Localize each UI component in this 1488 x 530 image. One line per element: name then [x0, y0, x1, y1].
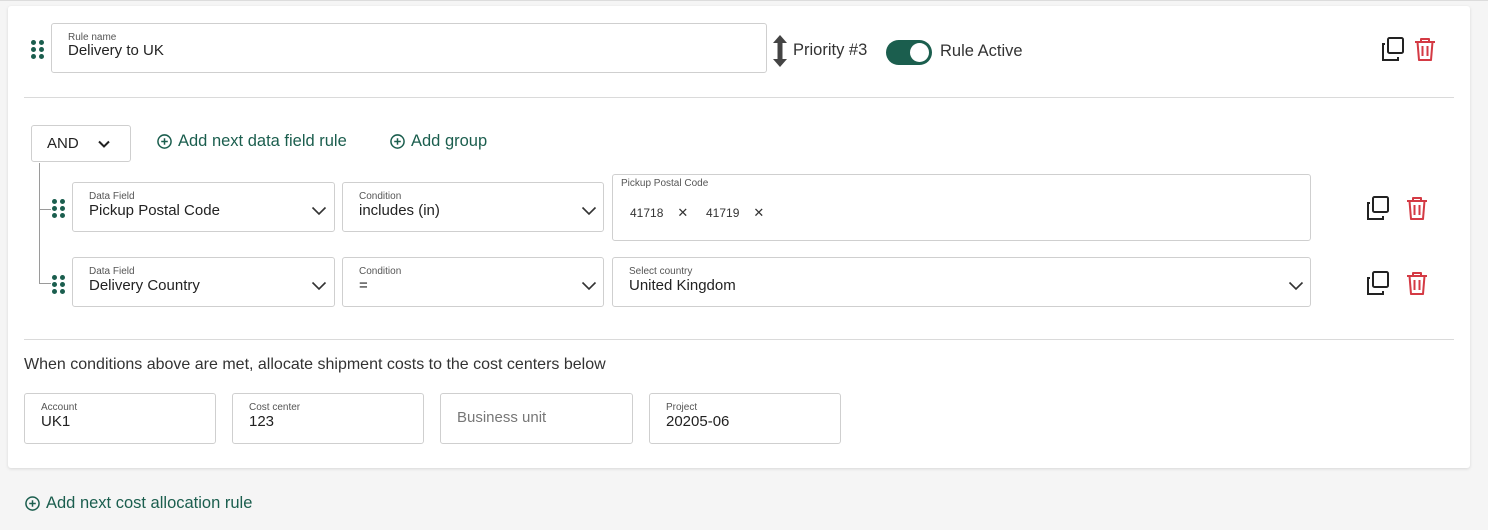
data-field-select[interactable]: Data Field Pickup Postal Code: [72, 182, 335, 232]
chip: 41719 ✕: [706, 202, 764, 224]
account-label: Account: [41, 402, 78, 413]
close-icon[interactable]: ✕: [677, 205, 688, 221]
country-label: Select country: [629, 266, 693, 277]
trash-icon[interactable]: [1412, 36, 1438, 62]
add-cost-allocation-rule-label: Add next cost allocation rule: [46, 494, 253, 512]
condition-value: =: [359, 277, 368, 294]
data-field-label: Data Field: [89, 191, 135, 202]
add-group-link[interactable]: Add group: [390, 132, 487, 151]
chip: 41718 ✕: [630, 202, 688, 224]
drag-handle-icon[interactable]: [52, 275, 66, 295]
drag-handle-icon[interactable]: [52, 199, 66, 219]
rule-active-toggle[interactable]: [886, 40, 932, 65]
drag-handle-icon[interactable]: [31, 40, 45, 60]
cost-center-value[interactable]: 123: [249, 413, 274, 430]
cost-center-field[interactable]: Cost center 123: [232, 393, 424, 444]
toggle-knob: [910, 43, 929, 62]
account-value[interactable]: UK1: [41, 413, 70, 430]
condition-label: Condition: [359, 191, 402, 202]
rule-card: Rule name Delivery to UK Priority #3 Rul…: [8, 6, 1470, 468]
rule-name-field[interactable]: Rule name Delivery to UK: [51, 23, 767, 73]
logic-operator-select[interactable]: AND: [31, 125, 131, 162]
allocation-heading: When conditions above are met, allocate …: [24, 356, 606, 373]
condition-label: Condition: [359, 266, 402, 277]
close-icon[interactable]: ✕: [753, 205, 764, 221]
rule-name-value[interactable]: Delivery to UK: [68, 42, 164, 59]
condition-select[interactable]: Condition =: [342, 257, 604, 307]
plus-circle-icon: [390, 134, 405, 149]
data-field-value: Delivery Country: [89, 277, 200, 294]
project-label: Project: [666, 402, 698, 413]
divider: [24, 339, 1454, 340]
data-field-label: Data Field: [89, 266, 135, 277]
tree-branch: [39, 209, 51, 210]
up-down-arrow-icon[interactable]: [773, 35, 787, 67]
chevron-down-icon: [98, 140, 110, 148]
top-divider: [0, 0, 1488, 1]
postal-code-multiselect[interactable]: Pickup Postal Code 41718 ✕ 41719 ✕: [612, 174, 1311, 241]
add-group-label: Add group: [411, 132, 488, 150]
chevron-down-icon: [581, 281, 597, 291]
copy-icon[interactable]: [1365, 195, 1391, 221]
divider: [24, 97, 1454, 98]
chevron-down-icon: [311, 281, 327, 291]
copy-icon[interactable]: [1380, 36, 1406, 62]
chip-label: 41719: [706, 206, 740, 220]
chip-label: 41718: [630, 206, 664, 220]
plus-circle-icon: [157, 134, 172, 149]
add-data-field-rule-link[interactable]: Add next data field rule: [157, 132, 347, 151]
chevron-down-icon: [581, 206, 597, 216]
project-field[interactable]: Project 20205-06: [649, 393, 841, 444]
business-unit-placeholder[interactable]: Business unit: [457, 409, 546, 426]
trash-icon[interactable]: [1404, 195, 1430, 221]
country-select[interactable]: Select country United Kingdom: [612, 257, 1311, 307]
data-field-value: Pickup Postal Code: [89, 202, 220, 219]
plus-circle-icon: [25, 496, 40, 511]
rule-active-label: Rule Active: [940, 42, 1023, 60]
tree-connector: [39, 163, 40, 283]
business-unit-field[interactable]: Business unit: [440, 393, 633, 444]
trash-icon[interactable]: [1404, 270, 1430, 296]
priority-label: Priority #3: [793, 41, 868, 59]
account-field[interactable]: Account UK1: [24, 393, 216, 444]
condition-select[interactable]: Condition includes (in): [342, 182, 604, 232]
copy-icon[interactable]: [1365, 270, 1391, 296]
project-value[interactable]: 20205-06: [666, 413, 729, 430]
country-value: United Kingdom: [629, 277, 736, 294]
add-cost-allocation-rule-link[interactable]: Add next cost allocation rule: [25, 494, 252, 513]
condition-value: includes (in): [359, 202, 440, 219]
chevron-down-icon: [311, 206, 327, 216]
cost-center-label: Cost center: [249, 402, 301, 413]
chevron-down-icon: [1288, 281, 1304, 291]
add-data-field-rule-label: Add next data field rule: [178, 132, 347, 150]
tree-branch: [39, 283, 51, 284]
logic-operator-value: AND: [47, 135, 79, 152]
data-field-select[interactable]: Data Field Delivery Country: [72, 257, 335, 307]
postal-code-label: Pickup Postal Code: [621, 178, 709, 189]
